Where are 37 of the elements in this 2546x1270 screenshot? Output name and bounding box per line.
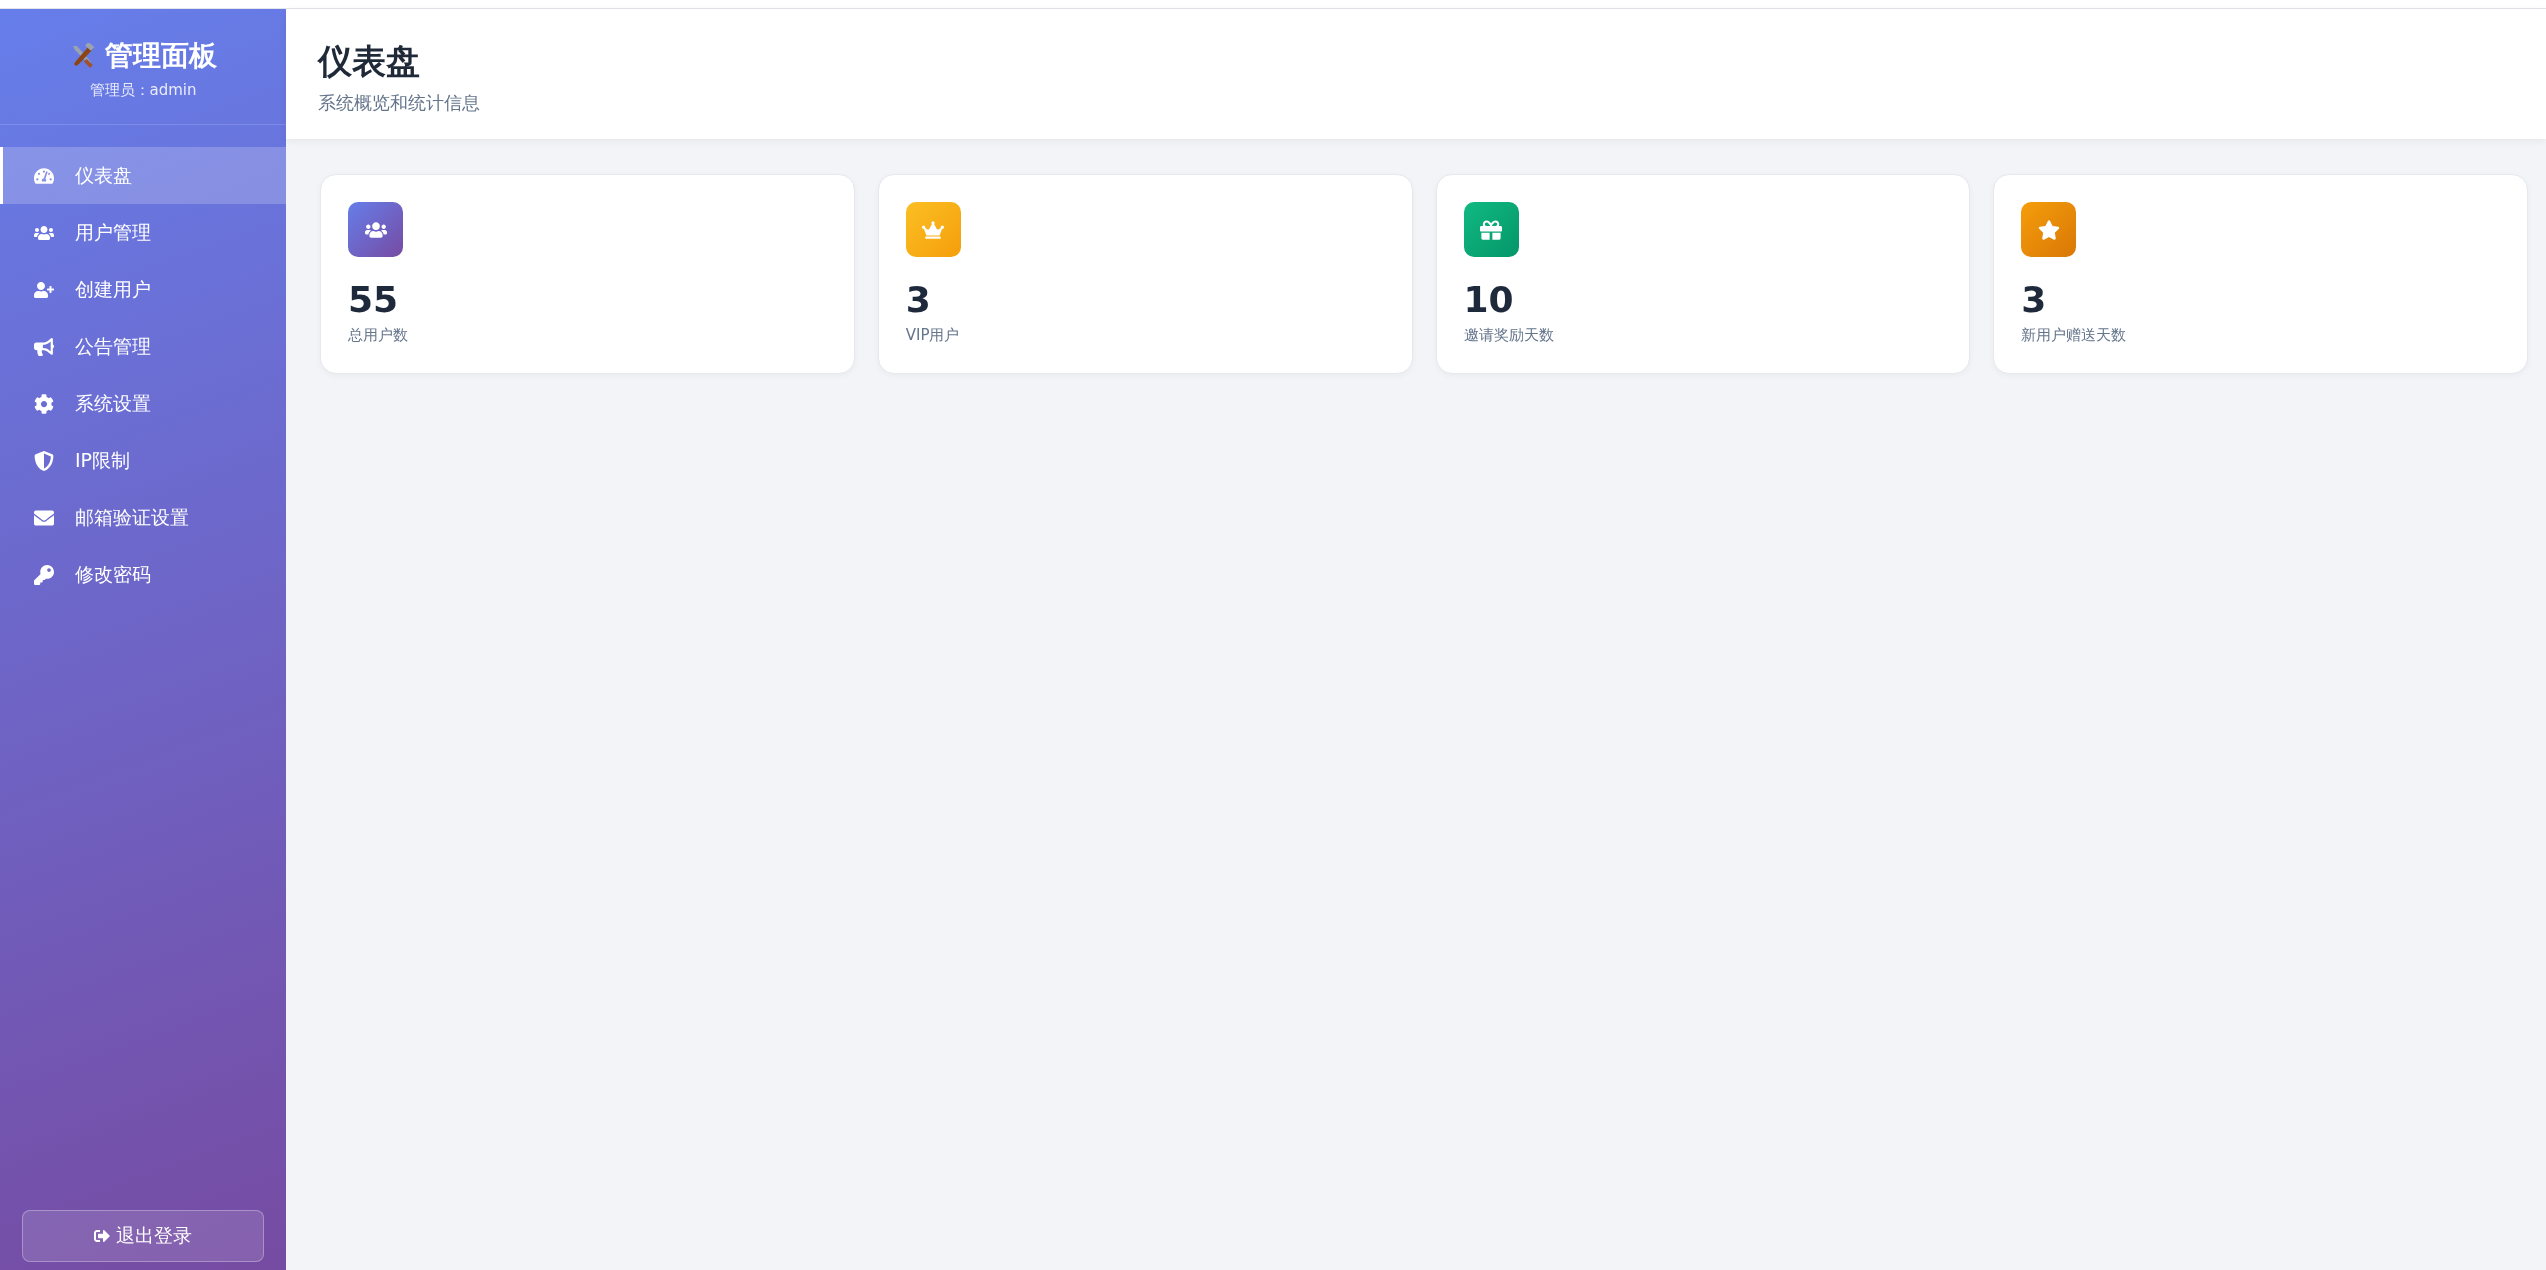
nav-label: IP限制: [75, 447, 131, 473]
stat-label: 总用户数: [348, 326, 408, 345]
shield-icon: [33, 449, 55, 472]
stat-label: 邀请奖励天数: [1463, 326, 1554, 345]
nav-item[interactable]: 仪表盘: [0, 147, 286, 204]
nav-label: 系统设置: [75, 390, 151, 416]
stat-label: VIP用户: [905, 326, 960, 345]
stat-value: 3: [905, 279, 931, 320]
nav-label: 邮箱验证设置: [75, 504, 189, 530]
panel-title: 管理面板: [105, 38, 217, 74]
page-title: 仪表盘: [318, 40, 420, 83]
crown-icon: [905, 202, 961, 257]
nav-label: 用户管理: [75, 219, 151, 245]
page-subtitle: 系统概览和统计信息: [318, 91, 480, 115]
nav-item[interactable]: 公告管理: [0, 318, 286, 375]
nav-item[interactable]: 邮箱验证设置: [0, 489, 286, 546]
nav-label: 修改密码: [75, 561, 151, 587]
nav-item[interactable]: IP限制: [0, 432, 286, 489]
gift-icon: [1463, 202, 1519, 257]
nav-item[interactable]: 修改密码: [0, 546, 286, 603]
stat-label: 新用户赠送天数: [2021, 326, 2127, 345]
users-icon: [348, 202, 403, 257]
nav-item[interactable]: 创建用户: [0, 261, 286, 318]
nav-item[interactable]: 系统设置: [0, 375, 286, 432]
logout-icon: [94, 1228, 110, 1244]
settings-icon: [33, 392, 55, 415]
nav-label: 公告管理: [75, 333, 151, 359]
logout-button[interactable]: 退出登录: [22, 1210, 264, 1262]
stat-value: 55: [348, 279, 399, 320]
stat-value: 10: [1463, 279, 1514, 320]
megaphone-icon: [33, 335, 55, 358]
nav-label: 创建用户: [75, 276, 151, 302]
key-icon: [33, 563, 55, 586]
admin-label: 管理员：admin: [89, 81, 197, 100]
stat-value: 3: [2021, 279, 2047, 320]
nav-item[interactable]: 用户管理: [0, 204, 286, 261]
nav-label: 仪表盘: [75, 162, 132, 188]
